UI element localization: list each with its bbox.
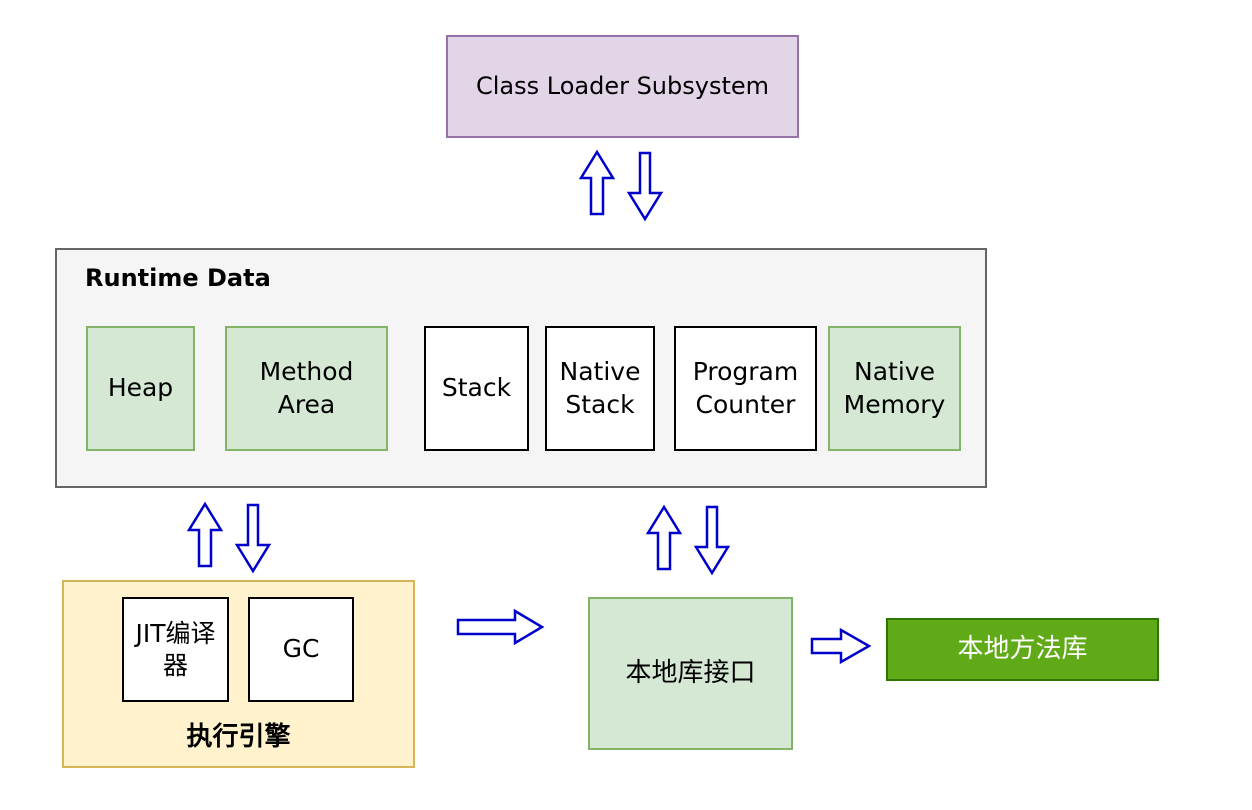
arrow-engine-to-native-interface xyxy=(456,608,545,646)
arrow-group xyxy=(186,149,872,665)
connector-arrows xyxy=(186,149,872,665)
arrow-down-from-class-loader xyxy=(626,151,664,222)
arrow-down-to-native-interface xyxy=(693,505,731,576)
arrow-interface-to-library xyxy=(810,627,872,665)
arrow-up-to-class-loader xyxy=(578,149,616,216)
arrow-down-to-engine xyxy=(234,503,272,574)
arrow-up-from-engine xyxy=(186,501,224,568)
arrow-up-from-native-interface xyxy=(645,504,683,571)
